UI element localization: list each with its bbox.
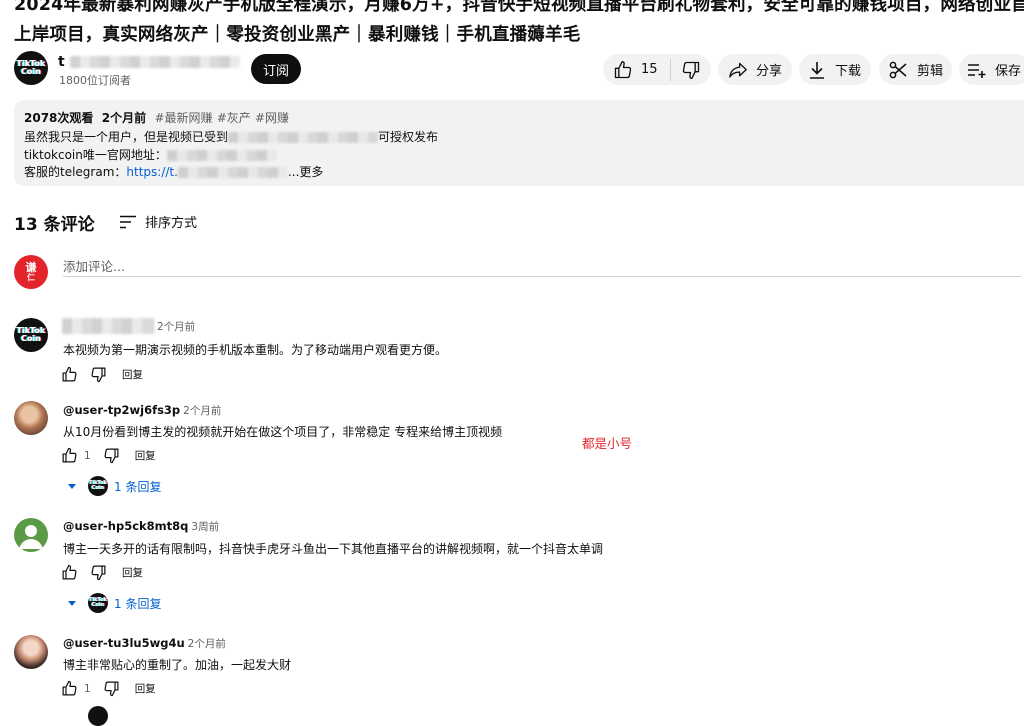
comment-like-count: 1 bbox=[84, 449, 91, 462]
chevron-down-icon bbox=[68, 483, 76, 489]
comment-author[interactable]: @user-tu3lu5wg4u 2个月前 bbox=[63, 636, 226, 651]
current-user-avatar: 谦 仁 bbox=[14, 255, 48, 289]
reply-button[interactable]: 回复 bbox=[135, 448, 156, 463]
reply-author-avatar: TikTok Coin bbox=[88, 593, 108, 613]
thumbs-down-icon[interactable] bbox=[103, 447, 120, 464]
reply-author-avatar bbox=[88, 706, 108, 726]
description-box[interactable]: 2078次观看 2个月前 #最新网赚 #灰产 #网赚 虽然我只是一个用户，但是视… bbox=[14, 100, 1024, 186]
save-button[interactable]: 保存 bbox=[959, 54, 1024, 85]
video-title-line-2: 上岸项目，真实网络灰产｜零投资创业黑产｜暴利赚钱｜手机直播薅羊毛 bbox=[14, 25, 581, 45]
scissors-icon bbox=[889, 61, 907, 79]
reply-button[interactable]: 回复 bbox=[135, 681, 156, 696]
default-user-icon bbox=[19, 525, 43, 549]
subscriber-count: 1800位订阅者 bbox=[59, 74, 131, 87]
download-button[interactable]: 下载 bbox=[799, 54, 871, 85]
comment-like-count: 1 bbox=[84, 682, 91, 695]
comment-author[interactable]: @user-hp5ck8mt8q 3周前 bbox=[63, 519, 219, 534]
channel-name[interactable]: t bbox=[58, 54, 248, 70]
share-arrow-icon bbox=[728, 61, 748, 79]
like-dislike-group: 15 bbox=[603, 54, 711, 85]
like-count[interactable]: 15 bbox=[641, 62, 658, 77]
redacted-author-name bbox=[62, 318, 154, 334]
video-title-line-1: 2024年最新暴利网赚灰产手机版全程演示，月赚6万+，抖音快手短视频直播平台刷礼… bbox=[14, 0, 1024, 15]
comment-text: 博主一天多开的话有限制吗，抖音快手虎牙斗鱼出一下其他直播平台的讲解视频啊，就一个… bbox=[63, 542, 604, 556]
sort-button[interactable]: 排序方式 bbox=[120, 212, 197, 231]
description-line-2: tiktokcoin唯一官网地址： bbox=[24, 146, 277, 163]
share-button[interactable]: 分享 bbox=[718, 54, 792, 85]
comment-actions: 1 回复 bbox=[61, 447, 156, 464]
reply-author-avatar: TikTok Coin bbox=[88, 476, 108, 496]
clip-label: 剪辑 bbox=[917, 64, 944, 79]
chevron-down-icon bbox=[68, 600, 76, 606]
comment-text: 本视频为第一期演示视频的手机版本重制。为了移动端用户观看更方便。 bbox=[63, 343, 448, 357]
subscribe-button[interactable]: 订阅 bbox=[251, 54, 301, 84]
comment-time[interactable]: 2个月前 bbox=[183, 405, 221, 417]
save-label: 保存 bbox=[995, 64, 1022, 79]
comment-text: 博主非常贴心的重制了。加油，一起发大财 bbox=[63, 658, 292, 672]
view-replies-button[interactable]: TikTok Coin 1 条回复 bbox=[68, 476, 161, 496]
channel-avatar[interactable]: TikTok Coin bbox=[14, 51, 48, 85]
redacted-telegram-link bbox=[177, 167, 288, 178]
description-meta: 2078次观看 2个月前 #最新网赚 #灰产 #网赚 bbox=[24, 109, 289, 126]
comment-avatar[interactable] bbox=[14, 635, 48, 669]
comment-author[interactable]: @user-tp2wj6fs3p 2个月前 bbox=[63, 403, 221, 418]
comment-count: 13 条评论 bbox=[14, 215, 95, 235]
view-count: 2078次观看 bbox=[24, 111, 94, 125]
thumbs-down-icon[interactable] bbox=[90, 564, 107, 581]
annotation-note: 都是小号 bbox=[582, 436, 633, 451]
hashtag[interactable]: #最新网赚 bbox=[154, 111, 212, 125]
reply-button[interactable]: 回复 bbox=[122, 565, 143, 580]
thumbs-up-icon[interactable] bbox=[61, 680, 78, 697]
thumbs-down-icon[interactable] bbox=[90, 366, 107, 383]
sort-label: 排序方式 bbox=[145, 216, 198, 231]
thumbs-up-icon[interactable] bbox=[613, 60, 633, 80]
view-replies-button[interactable]: TikTok Coin 1 条回复 bbox=[68, 593, 161, 613]
playlist-add-icon bbox=[967, 62, 987, 78]
upload-age: 2个月前 bbox=[101, 111, 147, 125]
sort-icon bbox=[120, 215, 136, 228]
thumbs-up-icon[interactable] bbox=[61, 447, 78, 464]
redacted-channel-name bbox=[69, 56, 240, 68]
tiktok-coin-logo: TikTok Coin bbox=[16, 59, 46, 76]
add-comment-input[interactable]: 添加评论... bbox=[63, 256, 1021, 277]
replies-count-label: 1 条回复 bbox=[114, 479, 162, 494]
tiktok-coin-logo: TikTok Coin bbox=[16, 326, 46, 343]
thumbs-down-icon[interactable] bbox=[681, 60, 701, 80]
hashtag[interactable]: #灰产 bbox=[217, 111, 251, 125]
thumbs-down-icon[interactable] bbox=[103, 680, 120, 697]
comment-actions: 1 回复 bbox=[61, 680, 156, 697]
comment-actions: 回复 bbox=[61, 366, 143, 383]
show-more-button[interactable]: ...更多 bbox=[288, 165, 323, 179]
comment-time[interactable]: 2个月前 bbox=[188, 638, 226, 650]
reply-button[interactable]: 回复 bbox=[122, 367, 143, 382]
thumbs-up-icon[interactable] bbox=[61, 564, 78, 581]
comment-avatar[interactable] bbox=[14, 401, 48, 435]
comment-text: 从10月份看到博主发的视频就开始在做这个项目了，非常稳定 专程来给博主顶视频 bbox=[63, 425, 503, 439]
download-icon bbox=[809, 61, 825, 79]
comment-time[interactable]: 3周前 bbox=[191, 521, 219, 533]
replies-count-label: 1 条回复 bbox=[114, 596, 162, 611]
like-divider bbox=[669, 58, 671, 81]
telegram-link[interactable]: https://t. bbox=[126, 165, 178, 179]
clip-button[interactable]: 剪辑 bbox=[879, 54, 952, 85]
comment-actions: 回复 bbox=[61, 564, 143, 581]
comment-avatar[interactable] bbox=[14, 518, 48, 552]
description-line-1: 虽然我只是一个用户，但是视频已受到 可授权发布 bbox=[24, 130, 439, 144]
thumbs-up-icon[interactable] bbox=[61, 366, 78, 383]
comment-avatar[interactable]: TikTok Coin bbox=[14, 318, 48, 352]
description-line-3: 客服的telegram：https://t. ...更多 bbox=[24, 165, 324, 179]
redacted-text bbox=[228, 132, 379, 143]
comment-time[interactable]: 2个月前 bbox=[157, 321, 195, 333]
comment-author[interactable]: 2个月前 bbox=[62, 318, 195, 334]
redacted-website-link[interactable] bbox=[166, 150, 277, 161]
share-label: 分享 bbox=[756, 64, 783, 79]
download-label: 下载 bbox=[835, 64, 862, 79]
hashtag[interactable]: #网赚 bbox=[255, 111, 289, 125]
